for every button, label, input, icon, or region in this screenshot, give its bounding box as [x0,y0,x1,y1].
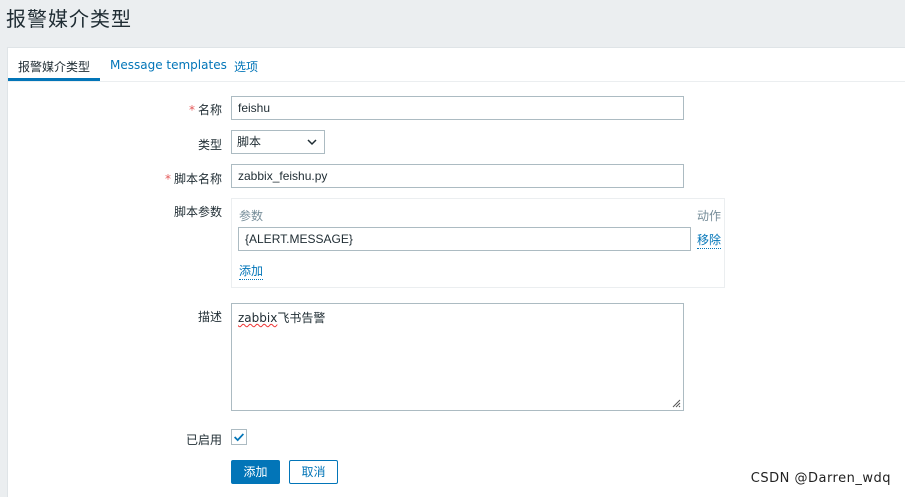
action-column-header: 动作 [697,209,722,223]
resize-handle-icon[interactable] [672,399,681,408]
tab-bar: 报警媒介类型 Message templates 选项 [8,48,905,82]
add-button[interactable]: 添加 [231,460,280,484]
cancel-button[interactable]: 取消 [289,460,338,484]
required-mark: * [188,103,195,117]
script-params-table: 参数 动作 {ALERT.MESSAGE} 移除 添加 [231,198,725,288]
tab-options[interactable]: 选项 [234,58,258,75]
param-column-header: 参数 [239,209,264,223]
description-textarea[interactable]: zabbix飞书告警 [231,303,684,411]
name-input[interactable]: feishu [231,96,684,120]
form-panel: 报警媒介类型 Message templates 选项 * 名称 feishu 类… [7,47,905,497]
type-select[interactable]: 脚本 [231,130,325,154]
required-mark: * [164,172,171,186]
name-label: * 名称 [188,103,222,117]
script-name-label: * 脚本名称 [164,172,222,186]
tab-media-type[interactable]: 报警媒介类型 [18,58,90,75]
add-param-link[interactable]: 添加 [239,262,264,280]
description-label: 描述 [197,310,222,324]
script-name-input[interactable]: zabbix_feishu.py [231,164,684,188]
script-param-input[interactable]: {ALERT.MESSAGE} [238,227,691,251]
checkmark-icon [234,433,245,442]
description-text: 飞书告警 [277,311,326,325]
enabled-label: 已启用 [185,433,222,447]
script-params-label: 脚本参数 [173,205,222,219]
description-text-word: zabbix [238,311,278,325]
watermark: CSDN @Darren_wdq [750,471,891,486]
type-select-value: 脚本 [237,135,262,149]
active-tab-indicator [8,78,100,81]
type-label: 类型 [197,138,222,152]
enabled-checkbox[interactable] [231,429,247,445]
chevron-down-icon [307,139,317,146]
tab-message-templates[interactable]: Message templates [110,58,227,72]
remove-param-link[interactable]: 移除 [697,231,722,249]
page-title: 报警媒介类型 [6,7,132,31]
